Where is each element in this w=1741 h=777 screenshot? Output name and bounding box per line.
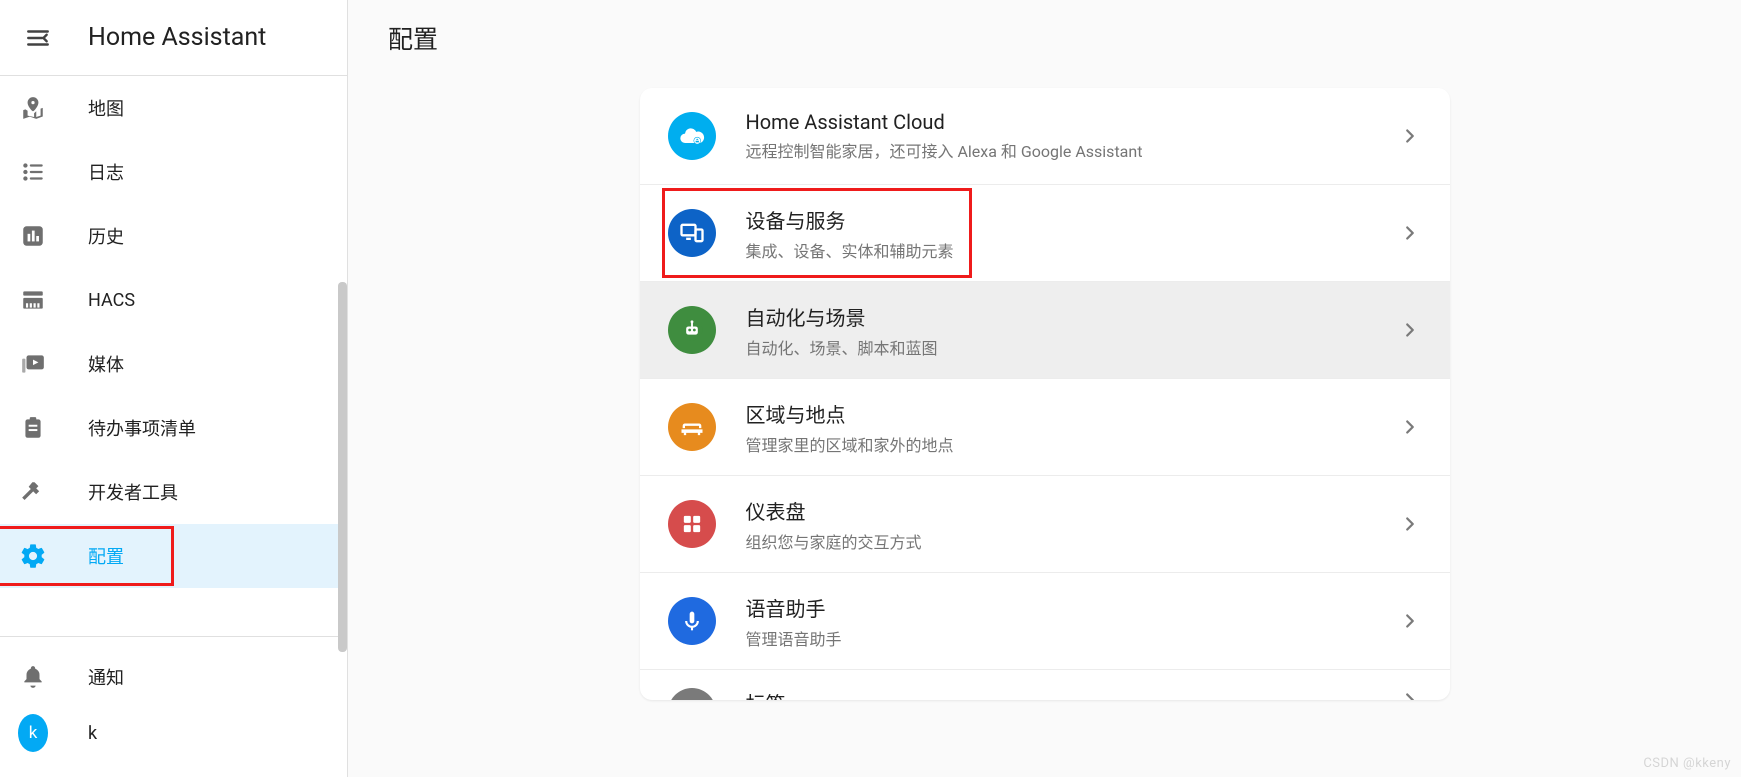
- chevron-right-icon: [1398, 318, 1422, 342]
- robot-icon: [668, 306, 716, 354]
- setting-title: 语音助手: [746, 593, 1398, 622]
- chevron-right-icon: [1398, 609, 1422, 633]
- setting-row-devices[interactable]: 设备与服务 集成、设备、实体和辅助元素: [640, 185, 1450, 281]
- setting-texts: 仪表盘 组织您与家庭的交互方式: [746, 496, 1398, 553]
- devices-icon: [668, 209, 716, 257]
- page-title: 配置: [388, 20, 438, 56]
- cloud-icon: [668, 112, 716, 160]
- sidebar-spacer: [0, 588, 347, 632]
- setting-texts: 语音助手 管理语音助手: [746, 593, 1398, 650]
- menu-toggle-button[interactable]: [18, 18, 58, 58]
- setting-row-dashboard[interactable]: 仪表盘 组织您与家庭的交互方式: [640, 476, 1450, 572]
- media-icon: [18, 349, 48, 379]
- sidebar-scrollbar[interactable]: [338, 282, 347, 652]
- dashboard-icon: [668, 500, 716, 548]
- menu-collapse-icon: [25, 25, 51, 51]
- sidebar-item-label: 日志: [88, 159, 124, 185]
- setting-subtitle: 管理语音助手: [746, 626, 1398, 650]
- sidebar-item-label: 通知: [88, 664, 124, 690]
- sidebar-item-logbook[interactable]: 日志: [0, 140, 347, 204]
- chevron-right-icon: [1398, 221, 1422, 245]
- chevron-right-icon: [1398, 688, 1422, 700]
- brand-title: Home Assistant: [88, 23, 266, 52]
- sidebar-item-media[interactable]: 媒体: [0, 332, 347, 396]
- sidebar-item-hacs[interactable]: HACS: [0, 268, 347, 332]
- setting-row-voice[interactable]: 语音助手 管理语音助手: [640, 573, 1450, 669]
- microphone-icon: [668, 597, 716, 645]
- topbar: 配置: [348, 0, 1741, 76]
- sidebar-item-label: 开发者工具: [88, 479, 178, 505]
- sidebar-item-label: 地图: [88, 95, 124, 121]
- avatar: k: [18, 718, 48, 748]
- chevron-right-icon: [1398, 415, 1422, 439]
- sidebar-header: Home Assistant: [0, 0, 347, 76]
- setting-subtitle: 自动化、场景、脚本和蓝图: [746, 335, 1398, 359]
- sidebar-item-history[interactable]: 历史: [0, 204, 347, 268]
- setting-row-cloud[interactable]: Home Assistant Cloud 远程控制智能家居，还可接入 Alexa…: [640, 88, 1450, 184]
- setting-title: 设备与服务: [746, 205, 1398, 234]
- sidebar-item-map[interactable]: 地图: [0, 76, 347, 140]
- setting-subtitle: 集成、设备、实体和辅助元素: [746, 238, 1398, 262]
- sidebar-item-label: 配置: [88, 543, 124, 569]
- setting-row-tags[interactable]: 标签: [640, 670, 1450, 700]
- history-icon: [18, 221, 48, 251]
- setting-title: 标签: [746, 688, 1398, 700]
- hacs-icon: [18, 285, 48, 315]
- gear-icon: [18, 541, 48, 571]
- setting-subtitle: 管理家里的区域和家外的地点: [746, 432, 1398, 456]
- setting-texts: 设备与服务 集成、设备、实体和辅助元素: [746, 205, 1398, 262]
- setting-row-automation[interactable]: 自动化与场景 自动化、场景、脚本和蓝图: [640, 282, 1450, 378]
- sidebar-nav-list: 地图 日志: [0, 76, 347, 757]
- settings-card: Home Assistant Cloud 远程控制智能家居，还可接入 Alexa…: [640, 88, 1450, 700]
- sidebar-item-label: HACS: [88, 290, 135, 311]
- map-icon: [18, 93, 48, 123]
- setting-texts: Home Assistant Cloud 远程控制智能家居，还可接入 Alexa…: [746, 110, 1398, 162]
- logbook-icon: [18, 157, 48, 187]
- setting-texts: 自动化与场景 自动化、场景、脚本和蓝图: [746, 302, 1398, 359]
- hammer-icon: [18, 477, 48, 507]
- sidebar-item-config[interactable]: 配置: [0, 524, 347, 588]
- setting-title: 自动化与场景: [746, 302, 1398, 331]
- sidebar-item-label: 媒体: [88, 351, 124, 377]
- clipboard-icon: [18, 413, 48, 443]
- bell-icon: [18, 662, 48, 692]
- setting-title: 仪表盘: [746, 496, 1398, 525]
- sidebar-item-user[interactable]: k k: [0, 709, 347, 757]
- setting-subtitle: 组织您与家庭的交互方式: [746, 529, 1398, 553]
- content-wrap: Home Assistant Cloud 远程控制智能家居，还可接入 Alexa…: [348, 76, 1741, 777]
- setting-texts: 标签: [746, 688, 1398, 700]
- sidebar-divider: [0, 636, 347, 637]
- sofa-icon: [668, 403, 716, 451]
- sidebar: Home Assistant 地图: [0, 0, 348, 777]
- setting-title: 区域与地点: [746, 399, 1398, 428]
- sidebar-scroll-area: 地图 日志: [0, 76, 347, 777]
- sidebar-item-label: 历史: [88, 223, 124, 249]
- sidebar-item-label: k: [88, 723, 97, 744]
- setting-row-areas[interactable]: 区域与地点 管理家里的区域和家外的地点: [640, 379, 1450, 475]
- setting-subtitle: 远程控制智能家居，还可接入 Alexa 和 Google Assistant: [746, 138, 1398, 162]
- setting-texts: 区域与地点 管理家里的区域和家外的地点: [746, 399, 1398, 456]
- sidebar-item-devtools[interactable]: 开发者工具: [0, 460, 347, 524]
- tag-icon: [668, 688, 716, 700]
- sidebar-item-label: 待办事项清单: [88, 415, 196, 441]
- sidebar-item-todo[interactable]: 待办事项清单: [0, 396, 347, 460]
- chevron-right-icon: [1398, 512, 1422, 536]
- chevron-right-icon: [1398, 124, 1422, 148]
- setting-title: Home Assistant Cloud: [746, 110, 1398, 134]
- sidebar-item-notifications[interactable]: 通知: [0, 645, 347, 709]
- main-area: 配置 Home Assistant Cloud 远程控制智能家居，还可接入 Al…: [348, 0, 1741, 777]
